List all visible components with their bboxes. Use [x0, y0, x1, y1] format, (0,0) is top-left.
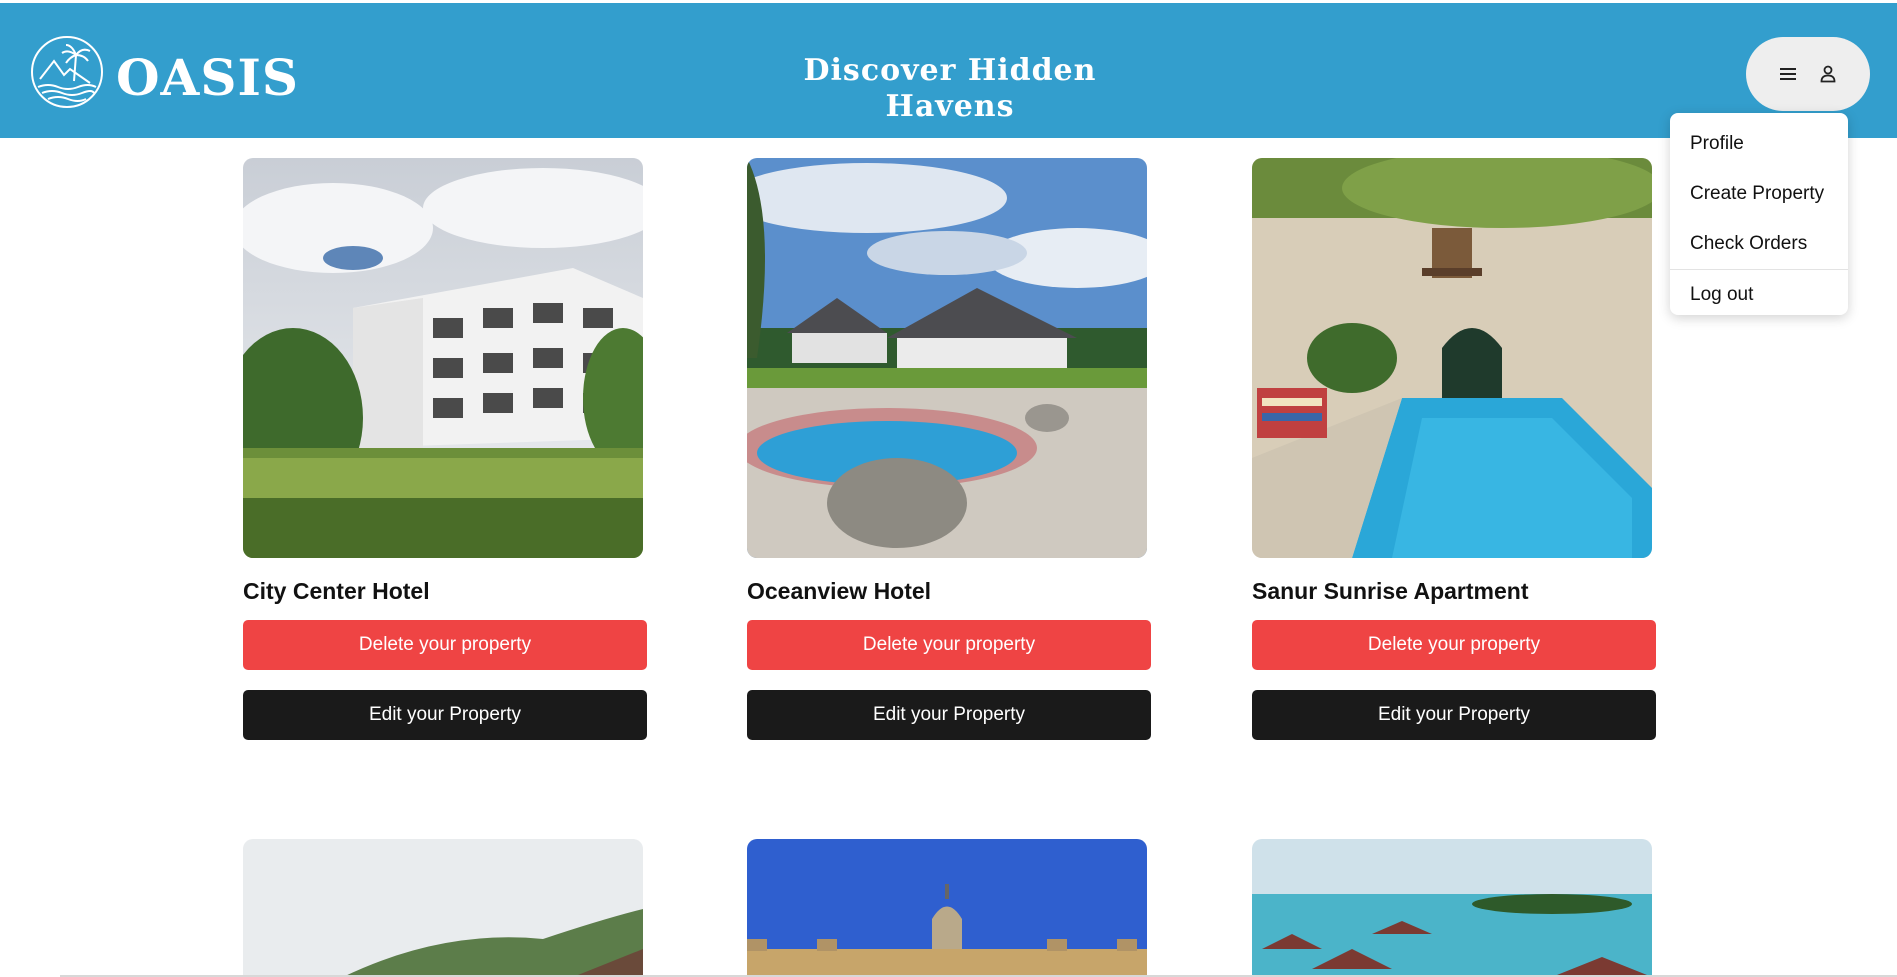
user-dropdown-menu: Profile Create Property Check Orders Log…	[1670, 113, 1848, 315]
property-image[interactable]	[1252, 158, 1652, 558]
property-image[interactable]	[747, 158, 1147, 558]
property-image[interactable]	[243, 839, 643, 977]
site-header: OASIS Discover Hidden Havens	[0, 3, 1897, 138]
menu-item-check-orders[interactable]: Check Orders	[1670, 219, 1848, 269]
menu-item-create-property[interactable]: Create Property	[1670, 169, 1848, 219]
user-icon	[1820, 65, 1836, 83]
logo-text[interactable]: OASIS	[116, 48, 299, 108]
property-image[interactable]	[747, 839, 1147, 977]
property-name: Sanur Sunrise Apartment	[1252, 578, 1529, 604]
menu-item-log-out[interactable]: Log out	[1670, 270, 1848, 320]
hamburger-icon	[1780, 68, 1796, 80]
delete-property-button[interactable]: Delete your property	[243, 620, 647, 670]
edit-property-button[interactable]: Edit your Property	[1252, 690, 1656, 740]
property-name: City Center Hotel	[243, 578, 430, 604]
edit-property-button[interactable]: Edit your Property	[747, 690, 1151, 740]
page-tagline: Discover Hidden Havens	[803, 53, 1097, 124]
user-menu-button[interactable]	[1746, 37, 1870, 111]
property-image[interactable]	[243, 158, 643, 558]
property-image[interactable]	[1252, 839, 1652, 977]
delete-property-button[interactable]: Delete your property	[1252, 620, 1656, 670]
delete-property-button[interactable]: Delete your property	[747, 620, 1151, 670]
edit-property-button[interactable]: Edit your Property	[243, 690, 647, 740]
oasis-logo[interactable]	[30, 35, 104, 109]
property-name: Oceanview Hotel	[747, 578, 932, 604]
menu-item-profile[interactable]: Profile	[1670, 119, 1848, 169]
